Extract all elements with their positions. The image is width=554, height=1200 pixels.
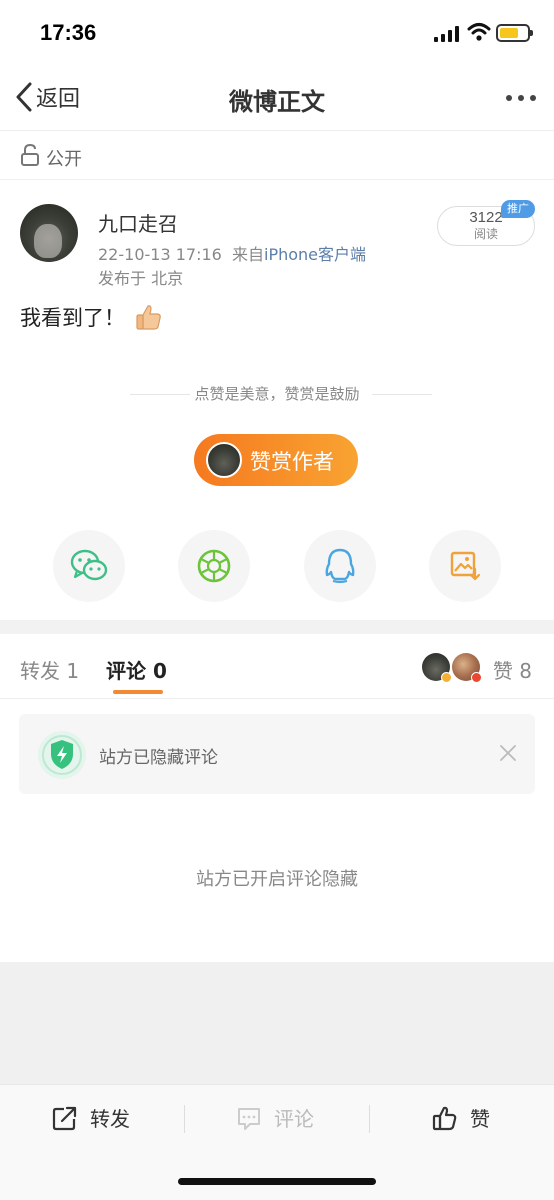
empty-area [0, 962, 554, 1084]
liker-avatar[interactable] [452, 653, 482, 683]
thumbs-up-emoji [136, 305, 161, 330]
status-time: 17:36 [40, 20, 97, 45]
promo-badge[interactable]: 推广 [501, 200, 535, 218]
post-text: 我看到了！ [20, 306, 125, 330]
lock-icon [21, 144, 39, 166]
liker-avatar[interactable] [422, 653, 452, 683]
reward-tip: 点赞是美意，赞赏是鼓励 [194, 385, 360, 403]
tab-comment[interactable]: 评论 0 [106, 655, 167, 684]
like-label: 赞 [470, 1107, 490, 1131]
post-meta: 22-10-13 17:16 来自iPhone客户端 [98, 241, 366, 265]
reward-author-button[interactable]: 赞赏作者 [194, 434, 358, 486]
verified-badge [471, 672, 482, 683]
save-image-icon [450, 551, 481, 581]
read-label: 阅读 [473, 227, 498, 241]
repost-icon [52, 1106, 77, 1130]
signal-icon [434, 26, 459, 42]
post-date: 22-10-13 17:16 [98, 245, 222, 264]
moments-icon [197, 549, 231, 583]
verified-badge [441, 672, 452, 683]
like-icon [432, 1106, 457, 1130]
save-image-button[interactable] [429, 530, 501, 602]
tabs-divider [0, 698, 554, 699]
share-wechat-button[interactable] [53, 530, 125, 602]
status-bar: 17:36 [0, 0, 554, 66]
post-content: 我看到了！ [20, 302, 163, 332]
comment-icon [238, 1107, 260, 1130]
post-location: 发布于 北京 [98, 269, 184, 288]
share-moments-button[interactable] [178, 530, 250, 602]
reward-avatar [206, 442, 242, 478]
tab-repost[interactable]: 转发 1 [20, 655, 79, 684]
battery-icon [496, 24, 533, 42]
tab-active-indicator [113, 690, 163, 694]
comments-hidden-message: 站方已开启评论隐藏 [196, 869, 358, 890]
notice-text: 站方已隐藏评论 [99, 748, 218, 768]
privacy-label: 公开 [46, 149, 82, 170]
wechat-icon [70, 549, 108, 581]
qq-icon [325, 548, 355, 584]
tab-like[interactable]: 赞 8 [493, 655, 532, 684]
source-prefix: 来自 [232, 245, 265, 264]
shield-icon [38, 731, 86, 779]
user-name[interactable]: 九口走召 [98, 208, 178, 237]
nav-bar: 返回 微博正文 [0, 66, 554, 130]
avatar[interactable] [20, 204, 78, 262]
toolbar-divider [184, 1105, 185, 1133]
share-qq-button[interactable] [304, 530, 376, 602]
page-title: 微博正文 [229, 88, 325, 116]
close-icon[interactable] [499, 744, 517, 762]
home-indicator[interactable] [178, 1178, 376, 1185]
post-source[interactable]: iPhone客户端 [264, 245, 366, 264]
comment-label: 评论 [274, 1107, 314, 1131]
repost-label: 转发 [90, 1107, 130, 1131]
reward-label: 赞赏作者 [250, 450, 334, 474]
hidden-comments-notice: 站方已隐藏评论 [19, 714, 535, 794]
privacy-bar: 公开 [0, 130, 554, 180]
toolbar-divider [369, 1105, 370, 1133]
like-button[interactable]: 赞 [432, 1103, 490, 1132]
comment-button[interactable]: 评论 [236, 1103, 314, 1132]
wifi-icon [467, 23, 491, 41]
reward-divider-right [372, 394, 432, 395]
section-separator [0, 620, 554, 634]
more-icon[interactable] [506, 95, 536, 101]
repost-button[interactable]: 转发 [52, 1103, 130, 1132]
